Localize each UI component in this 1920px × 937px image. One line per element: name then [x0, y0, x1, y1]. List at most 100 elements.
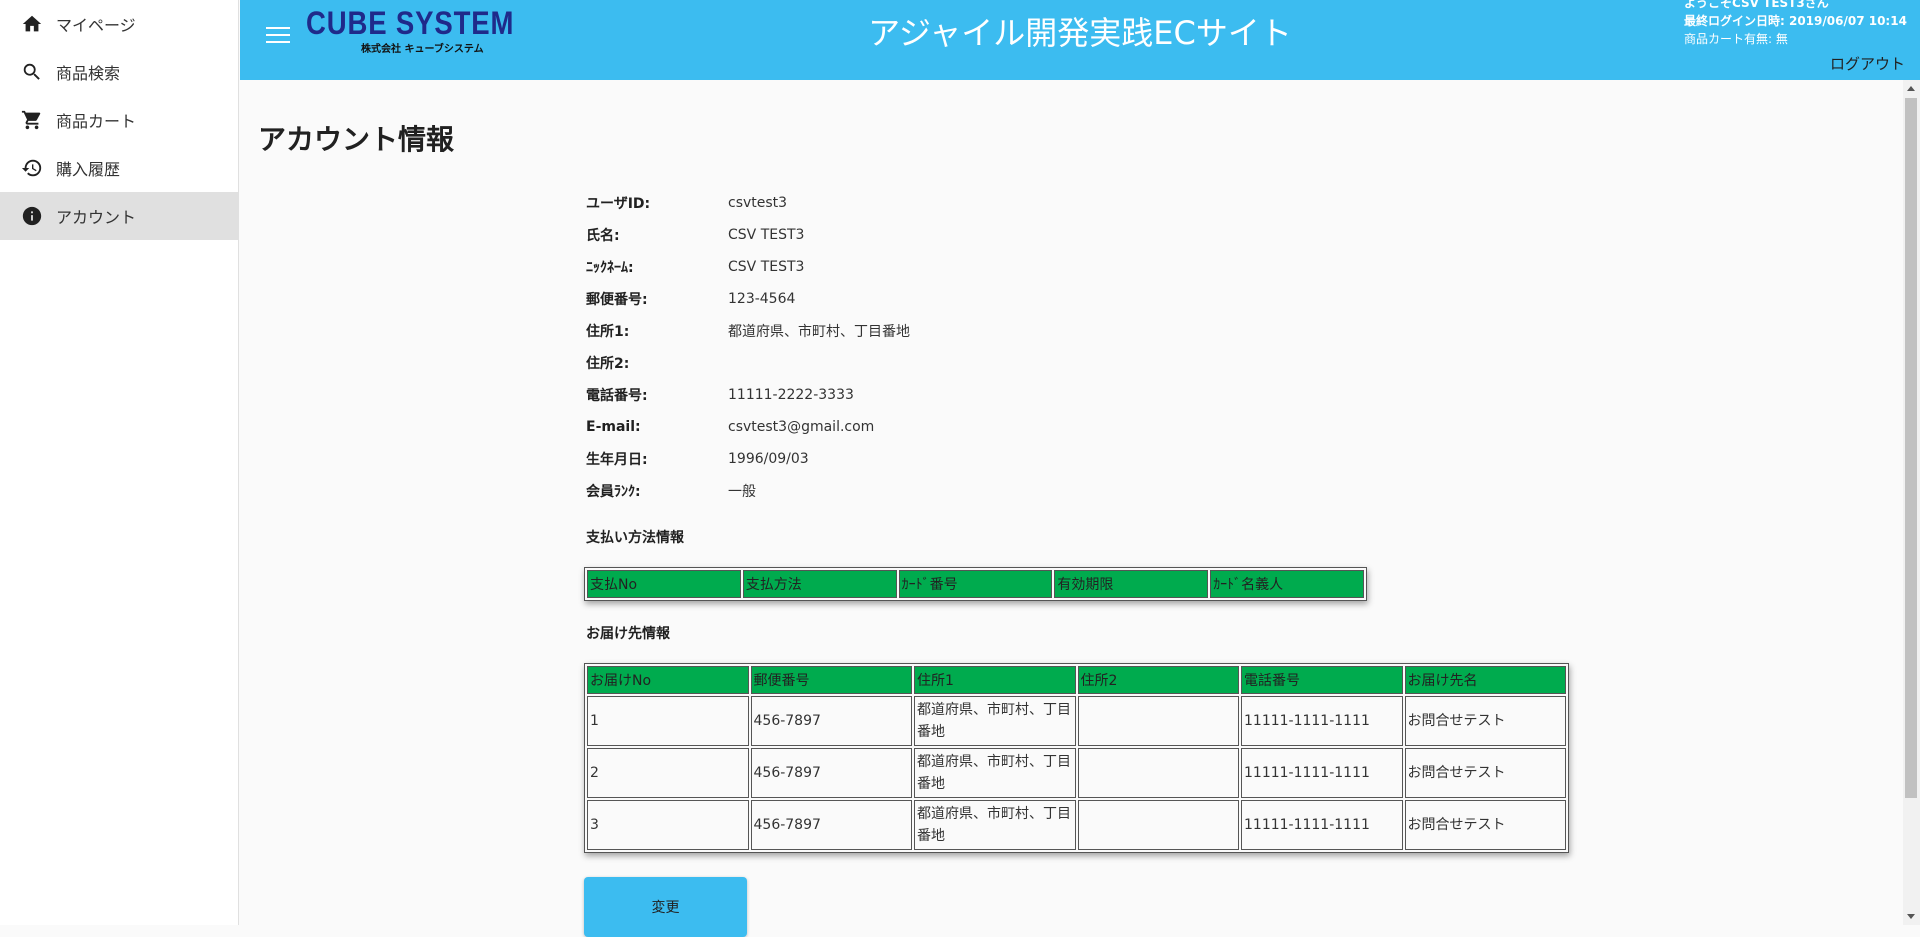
table-cell: 都道府県、市町村、丁目番地 — [914, 696, 1076, 746]
welcome-text: ようこそCSV TEST3さん — [1684, 0, 1829, 10]
table-cell: 1 — [587, 696, 749, 746]
header: CUBE SYSTEM 株式会社 キューブシステム アジャイル開発実践ECサイト… — [240, 0, 1920, 80]
column-header: 支払No — [587, 570, 741, 598]
info-label: E-mail: — [586, 419, 641, 435]
table-cell: 456-7897 — [750, 696, 912, 746]
info-value: CSV TEST3 — [728, 227, 805, 243]
logout-link[interactable]: ログアウト — [1830, 53, 1905, 74]
logo-subtext: 株式会社 キューブシステム — [361, 44, 484, 55]
table-header-row: お届けNo 郵便番号 住所1 住所2 電話番号 お届け先名 — [587, 666, 1566, 694]
column-header: お届け先名 — [1404, 666, 1566, 694]
scroll-thumb[interactable] — [1905, 98, 1917, 798]
sidebar-item-label: 購入履歴 — [56, 160, 121, 179]
table-cell: 456-7897 — [750, 748, 912, 798]
info-label: 生年月日: — [586, 452, 648, 468]
sidebar-item-cart[interactable]: 商品カート — [0, 96, 238, 144]
info-value: csvtest3 — [728, 195, 788, 211]
table-cell: 都道府県、市町村、丁目番地 — [914, 800, 1076, 850]
delivery-table: お届けNo 郵便番号 住所1 住所2 電話番号 お届け先名 1 456-7897… — [584, 663, 1569, 853]
table-cell: 11111-1111-1111 — [1241, 696, 1403, 746]
scroll-up-arrow-icon[interactable] — [1907, 86, 1915, 91]
scroll-down-arrow-icon[interactable] — [1907, 914, 1915, 919]
sidebar-item-mypage[interactable]: マイページ — [0, 0, 238, 48]
info-row-name: 氏名: CSV TEST3 — [586, 219, 1086, 251]
cart-icon — [20, 108, 44, 132]
table-cell: お問合せテスト — [1404, 748, 1566, 798]
info-row-nickname: ﾆｯｸﾈｰﾑ: CSV TEST3 — [586, 251, 1086, 283]
table-cell: 11111-1111-1111 — [1241, 800, 1403, 850]
info-value: 11111-2222-3333 — [728, 387, 854, 403]
info-label: 住所1: — [586, 324, 630, 340]
sidebar-item-label: マイページ — [56, 16, 136, 35]
table-cell: 11111-1111-1111 — [1241, 748, 1403, 798]
table-row: 2 456-7897 都道府県、市町村、丁目番地 11111-1111-1111… — [587, 748, 1566, 798]
column-header: ｶｰﾄﾞ名義人 — [1210, 570, 1364, 598]
column-header: 郵便番号 — [750, 666, 912, 694]
cart-status-text: 商品カート有無: 無 — [1684, 32, 1788, 46]
info-label: 氏名: — [586, 228, 620, 244]
info-row-member-rank: 会員ﾗﾝｸ: 一般 — [586, 475, 1086, 507]
table-cell: 都道府県、市町村、丁目番地 — [914, 748, 1076, 798]
logo[interactable]: CUBE SYSTEM 株式会社 キューブシステム — [306, 4, 515, 55]
account-info-list: ユーザID: csvtest3 氏名: CSV TEST3 ﾆｯｸﾈｰﾑ: CS… — [586, 187, 1086, 507]
history-icon — [20, 156, 44, 180]
sidebar-item-product-search[interactable]: 商品検索 — [0, 48, 238, 96]
sidebar-item-label: 商品検索 — [56, 64, 121, 83]
sidebar: マイページ 商品検索 商品カート 購入履歴 アカウント — [0, 0, 239, 925]
table-cell — [1077, 748, 1239, 798]
info-row-postal-code: 郵便番号: 123-4564 — [586, 283, 1086, 315]
info-row-birthday: 生年月日: 1996/09/03 — [586, 443, 1086, 475]
page-title: アカウント情報 — [258, 123, 455, 156]
info-value: 123-4564 — [728, 291, 796, 307]
info-value: csvtest3@gmail.com — [728, 419, 875, 435]
change-button[interactable]: 変更 — [584, 877, 747, 937]
home-icon — [20, 12, 44, 36]
info-row-phone: 電話番号: 11111-2222-3333 — [586, 379, 1086, 411]
table-row: 1 456-7897 都道府県、市町村、丁目番地 11111-1111-1111… — [587, 696, 1566, 746]
info-label: ﾆｯｸﾈｰﾑ: — [586, 260, 634, 276]
table-cell: お問合せテスト — [1404, 800, 1566, 850]
vertical-scrollbar[interactable] — [1903, 80, 1920, 925]
sidebar-item-purchase-history[interactable]: 購入履歴 — [0, 144, 238, 192]
info-value: 一般 — [728, 484, 756, 500]
column-header: 支払方法 — [742, 570, 897, 598]
last-login-text: 最終ログイン日時: 2019/06/07 10:14 — [1684, 14, 1907, 28]
sidebar-item-label: 商品カート — [56, 112, 137, 131]
info-label: 会員ﾗﾝｸ: — [586, 484, 641, 500]
payment-section-title: 支払い方法情報 — [586, 530, 684, 546]
column-header: 住所2 — [1077, 666, 1239, 694]
column-header: お届けNo — [587, 666, 749, 694]
info-label: 郵便番号: — [586, 292, 648, 308]
info-row-address1: 住所1: 都道府県、市町村、丁目番地 — [586, 315, 1086, 347]
logo-text: CUBE SYSTEM — [306, 5, 515, 41]
info-label: 住所2: — [586, 356, 630, 372]
info-label: ユーザID: — [586, 196, 651, 212]
delivery-section-title: お届け先情報 — [586, 626, 670, 642]
table-cell: お問合せテスト — [1404, 696, 1566, 746]
table-cell — [1077, 800, 1239, 850]
hamburger-menu-icon[interactable] — [264, 22, 292, 50]
table-header-row: 支払No 支払方法 ｶｰﾄﾞ番号 有効期限 ｶｰﾄﾞ名義人 — [587, 570, 1364, 598]
info-row-address2: 住所2: — [586, 347, 1086, 379]
info-value: CSV TEST3 — [728, 259, 805, 275]
table-row: 3 456-7897 都道府県、市町村、丁目番地 11111-1111-1111… — [587, 800, 1566, 850]
sidebar-item-label: アカウント — [56, 208, 137, 227]
search-icon — [20, 60, 44, 84]
info-row-email: E-mail: csvtest3@gmail.com — [586, 411, 1086, 443]
info-value: 都道府県、市町村、丁目番地 — [728, 324, 910, 340]
table-cell: 456-7897 — [750, 800, 912, 850]
user-info: ようこそCSV TEST3さん 最終ログイン日時: 2019/06/07 10:… — [1684, 0, 1914, 48]
info-label: 電話番号: — [586, 388, 648, 404]
table-cell — [1077, 696, 1239, 746]
column-header: 有効期限 — [1054, 570, 1209, 598]
info-row-user-id: ユーザID: csvtest3 — [586, 187, 1086, 219]
column-header: 電話番号 — [1241, 666, 1403, 694]
info-value: 1996/09/03 — [728, 451, 809, 467]
sidebar-item-account[interactable]: アカウント — [0, 192, 238, 240]
table-cell: 3 — [587, 800, 749, 850]
payment-table: 支払No 支払方法 ｶｰﾄﾞ番号 有効期限 ｶｰﾄﾞ名義人 — [584, 567, 1367, 601]
column-header: ｶｰﾄﾞ番号 — [898, 570, 1053, 598]
info-icon — [20, 204, 44, 228]
table-cell: 2 — [587, 748, 749, 798]
column-header: 住所1 — [914, 666, 1076, 694]
